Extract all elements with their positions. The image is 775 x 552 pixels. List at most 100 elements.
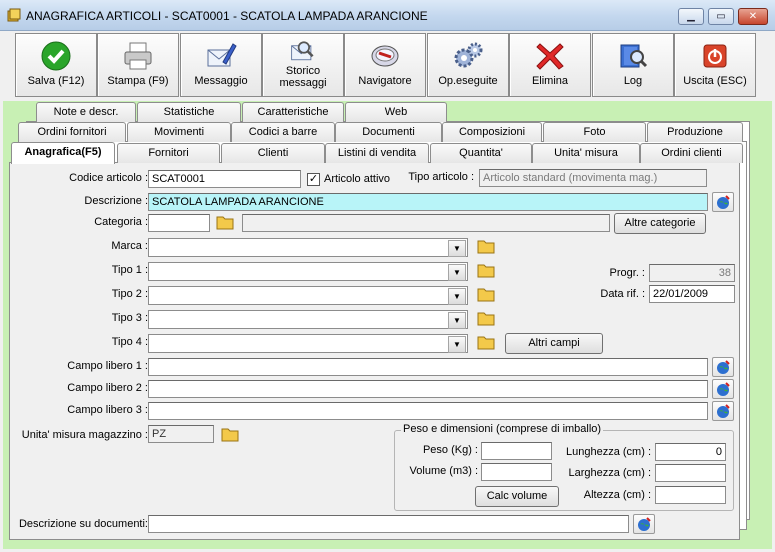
tab-fornitori[interactable]: Fornitori — [117, 143, 220, 163]
save-label: Salva (F12) — [27, 75, 85, 87]
free1-globe-button[interactable] — [712, 357, 734, 377]
type1-folder-button[interactable] — [475, 260, 497, 280]
height-input[interactable] — [655, 486, 726, 504]
globe-icon — [717, 382, 730, 396]
prog-input[interactable]: 38 — [649, 264, 735, 282]
tab-web[interactable]: Web — [345, 102, 447, 122]
code-input[interactable]: SCAT0001 — [148, 170, 301, 188]
gears-icon — [454, 42, 483, 68]
navigator-button[interactable]: Navigatore — [344, 33, 426, 97]
free2-input[interactable] — [148, 380, 708, 398]
weight-input[interactable] — [481, 442, 552, 460]
description-input[interactable]: SCATOLA LAMPADA ARANCIONE — [148, 193, 708, 211]
type4-folder-button[interactable] — [475, 332, 497, 352]
tab-foto[interactable]: Foto — [543, 122, 646, 142]
width-label: Larghezza (cm) : — [568, 467, 651, 479]
type3-folder-button[interactable] — [475, 308, 497, 328]
exit-button[interactable]: Uscita (ESC) — [674, 33, 756, 97]
tab-anagrafica[interactable]: Anagrafica(F5) — [11, 142, 115, 164]
length-input[interactable]: 0 — [655, 443, 726, 461]
chevron-down-icon: ▼ — [448, 288, 466, 305]
date-input[interactable]: 22/01/2009 — [649, 285, 735, 303]
prog-label: Progr. : — [609, 267, 645, 279]
exit-label: Uscita (ESC) — [683, 75, 747, 87]
tab-note[interactable]: Note e descr. — [36, 102, 136, 122]
tab-composizioni[interactable]: Composizioni — [442, 122, 542, 142]
type3-label: Tipo 3 : — [111, 312, 148, 324]
close-button[interactable]: ✕ — [738, 8, 768, 25]
type2-select[interactable]: ▼ — [148, 286, 468, 305]
description-globe-button[interactable] — [712, 192, 734, 212]
type3-select[interactable]: ▼ — [148, 310, 468, 329]
minimize-button[interactable]: ▁ — [678, 8, 704, 25]
category-label: Categoria : — [94, 216, 148, 228]
tab-listini[interactable]: Listini di vendita — [325, 143, 429, 163]
tab-produzione[interactable]: Produzione — [647, 122, 743, 142]
title-bar: ANAGRAFICA ARTICOLI - SCAT0001 - SCATOLA… — [0, 0, 775, 31]
height-label: Altezza (cm) : — [583, 489, 651, 501]
dimensions-group: Peso e dimensioni (comprese di imballo) … — [394, 423, 734, 511]
length-label: Lunghezza (cm) : — [566, 446, 651, 458]
compass-icon — [371, 45, 399, 67]
category-description-field — [242, 214, 610, 232]
doc-desc-input[interactable] — [148, 515, 629, 533]
type2-label: Tipo 2 : — [111, 288, 148, 300]
log-button[interactable]: Log — [592, 33, 674, 97]
free3-label: Campo libero 3 : — [67, 404, 148, 416]
print-label: Stampa (F9) — [107, 75, 169, 87]
navigator-label: Navigatore — [358, 75, 412, 87]
category-folder-button[interactable] — [214, 212, 236, 232]
maximize-icon: ▭ — [716, 11, 726, 22]
tab-clienti[interactable]: Clienti — [221, 143, 325, 163]
tab-documenti[interactable]: Documenti — [335, 122, 442, 142]
print-button[interactable]: Stampa (F9) — [97, 33, 179, 97]
tab-caratteristiche[interactable]: Caratteristiche — [242, 102, 344, 122]
printer-icon — [124, 42, 152, 70]
free3-input[interactable] — [148, 402, 708, 420]
save-button[interactable]: Salva (F12) — [15, 33, 97, 97]
uom-input[interactable]: PZ — [148, 425, 214, 443]
envelope-search-icon — [291, 41, 314, 61]
weight-label: Peso (Kg) : — [422, 444, 478, 456]
category-input[interactable] — [148, 214, 210, 232]
tab-statistiche[interactable]: Statistiche — [137, 102, 241, 122]
doc-desc-globe-button[interactable] — [633, 514, 655, 534]
folder-icon — [477, 264, 495, 278]
free1-input[interactable] — [148, 358, 708, 376]
active-checkbox[interactable]: ✓ — [307, 173, 320, 186]
folder-icon — [477, 336, 495, 350]
folder-icon — [477, 288, 495, 302]
uom-folder-button[interactable] — [219, 424, 241, 444]
tab-quantita[interactable]: Quantita' — [430, 143, 532, 163]
type2-folder-button[interactable] — [475, 284, 497, 304]
delete-button[interactable]: Elimina — [509, 33, 591, 97]
tab-ordini-fornitori[interactable]: Ordini fornitori — [18, 122, 126, 142]
maximize-button[interactable]: ▭ — [708, 8, 734, 25]
tab-movimenti[interactable]: Movimenti — [127, 122, 231, 142]
volume-input[interactable] — [481, 463, 552, 481]
minimize-icon: ▁ — [687, 11, 695, 22]
type1-select[interactable]: ▼ — [148, 262, 468, 281]
type-label: Tipo articolo : — [408, 171, 474, 183]
other-categories-button[interactable]: Altre categorie — [614, 213, 706, 234]
free3-globe-button[interactable] — [712, 401, 734, 421]
chevron-down-icon: ▼ — [448, 336, 466, 353]
brand-folder-button[interactable] — [475, 236, 497, 256]
tab-ordini-clienti[interactable]: Ordini clienti — [640, 143, 743, 163]
tab-unita-misura[interactable]: Unita' misura — [532, 143, 640, 163]
free2-globe-button[interactable] — [712, 379, 734, 399]
other-fields-button[interactable]: Altri campi — [505, 333, 603, 354]
type-input[interactable]: Articolo standard (movimenta mag.) — [479, 169, 707, 187]
message-history-label: Storico messaggi — [279, 65, 327, 89]
tab-codici-a-barre[interactable]: Codici a barre — [231, 122, 335, 142]
operations-button[interactable]: Op.eseguite — [427, 33, 509, 97]
red-x-icon — [536, 43, 564, 70]
width-input[interactable] — [655, 464, 726, 482]
type4-select[interactable]: ▼ — [148, 334, 468, 353]
message-history-button[interactable]: Storico messaggi — [262, 33, 344, 97]
message-button[interactable]: Messaggio — [180, 33, 262, 97]
chevron-down-icon: ▼ — [448, 264, 466, 281]
brand-select[interactable]: ▼ — [148, 238, 468, 257]
globe-icon — [717, 360, 730, 374]
calc-volume-button[interactable]: Calc volume — [475, 486, 559, 507]
